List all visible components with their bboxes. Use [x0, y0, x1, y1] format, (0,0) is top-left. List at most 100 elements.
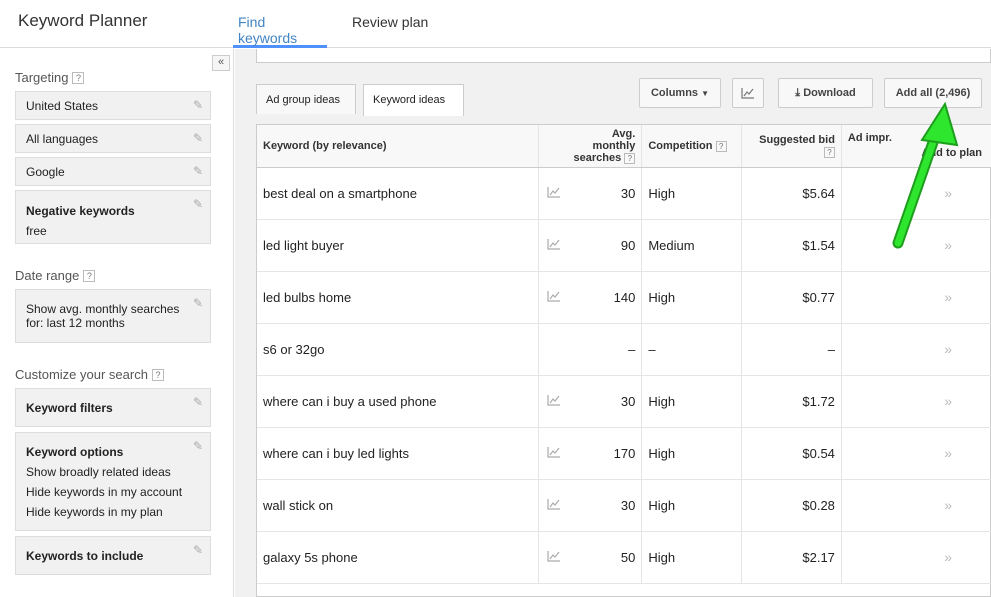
- targeting-heading: Targeting?: [15, 70, 85, 85]
- tab-review-plan[interactable]: Review plan: [352, 14, 428, 48]
- double-chevron-left-icon[interactable]: «: [212, 55, 230, 71]
- option-item: Hide keywords in my plan: [26, 505, 163, 519]
- add-to-plan-icon[interactable]: »: [911, 479, 991, 532]
- keyword-cell[interactable]: galaxy 5s phone: [257, 531, 539, 584]
- add-to-plan-icon[interactable]: »: [911, 323, 991, 376]
- trend-chart-icon[interactable]: [537, 531, 561, 584]
- competition-cell: High: [641, 375, 742, 428]
- ad-impr-cell: [840, 427, 912, 480]
- table-row: led light buyer 90 Medium $1.54 »: [257, 219, 991, 272]
- pencil-icon[interactable]: ✎: [193, 164, 203, 178]
- pencil-icon[interactable]: ✎: [193, 439, 203, 453]
- ad-impr-cell: [840, 219, 912, 272]
- avg-searches-cell: 140: [560, 271, 642, 324]
- trend-chart-icon[interactable]: [537, 427, 561, 480]
- trend-chart-icon[interactable]: [537, 375, 561, 428]
- targeting-network[interactable]: Google ✎: [15, 157, 211, 186]
- suggested-bid-cell: $0.54: [741, 427, 842, 480]
- help-icon[interactable]: ?: [823, 146, 835, 158]
- pencil-icon[interactable]: ✎: [193, 131, 203, 145]
- add-to-plan-icon[interactable]: »: [911, 427, 991, 480]
- table-row: where can i buy a used phone 30 High $1.72 »: [257, 375, 991, 428]
- avg-header-line2: searches: [573, 151, 622, 164]
- col-suggested-bid[interactable]: Suggested bid ?: [741, 125, 842, 168]
- keyword-cell[interactable]: best deal on a smartphone: [257, 167, 539, 220]
- keyword-filters-label: Keyword filters: [26, 401, 113, 415]
- keyword-cell[interactable]: led bulbs home: [257, 271, 539, 324]
- col-keyword[interactable]: Keyword (by relevance): [257, 125, 539, 168]
- sidebar: « Targeting? United States ✎ All languag…: [0, 49, 234, 597]
- customize-heading: Customize your search?: [15, 367, 164, 382]
- avg-searches-cell: 30: [560, 375, 642, 428]
- pencil-icon[interactable]: ✎: [193, 98, 203, 112]
- trend-chart-icon[interactable]: [537, 479, 561, 532]
- competition-header: Competition: [648, 139, 713, 152]
- add-to-plan-icon[interactable]: »: [911, 271, 991, 324]
- tab-find-keywords[interactable]: Find keywords: [233, 14, 327, 48]
- keyword-options-box[interactable]: Keyword options Show broadly related ide…: [15, 432, 211, 531]
- add-all-button[interactable]: Add all (2,496): [884, 78, 982, 108]
- targeting-location[interactable]: United States ✎: [15, 91, 211, 120]
- negative-keywords-box[interactable]: Negative keywords free ✎: [15, 190, 211, 244]
- keywords-to-include-box[interactable]: Keywords to include ✎: [15, 536, 211, 575]
- suggested-bid-cell: $0.28: [741, 479, 842, 532]
- add-to-plan-icon[interactable]: »: [911, 219, 991, 272]
- date-range-box[interactable]: Show avg. monthly searches for: last 12 …: [15, 289, 211, 343]
- table-row: galaxy 5s phone 50 High $2.17 »: [257, 531, 991, 584]
- add-to-plan-icon[interactable]: »: [911, 167, 991, 220]
- keyword-table: Keyword (by relevance) Avg. monthly sear…: [256, 124, 991, 597]
- pencil-icon[interactable]: ✎: [193, 197, 203, 211]
- keyword-cell[interactable]: s6 or 32go: [257, 323, 539, 376]
- help-icon[interactable]: ?: [151, 369, 164, 381]
- col-avg-monthly-searches[interactable]: Avg. monthly searches ?: [560, 125, 642, 168]
- keyword-cell[interactable]: wall stick on: [257, 479, 539, 532]
- add-to-plan-icon[interactable]: »: [911, 531, 991, 584]
- targeting-language[interactable]: All languages ✎: [15, 124, 211, 153]
- date-range-value: Show avg. monthly searches for: last 12 …: [26, 302, 180, 330]
- help-icon[interactable]: ?: [72, 72, 85, 84]
- col-competition[interactable]: Competition ?: [641, 125, 742, 168]
- keyword-cell[interactable]: where can i buy led lights: [257, 427, 539, 480]
- main-panel: Ad group ideas Keyword ideas Columns ▼ ⤓…: [235, 49, 991, 597]
- chart-toggle-button[interactable]: [732, 78, 764, 108]
- keyword-cell[interactable]: where can i buy a used phone: [257, 375, 539, 428]
- help-icon[interactable]: ?: [715, 140, 727, 152]
- pencil-icon[interactable]: ✎: [193, 395, 203, 409]
- pencil-icon[interactable]: ✎: [193, 296, 203, 310]
- keyword-filters-box[interactable]: Keyword filters ✎: [15, 388, 211, 427]
- keyword-cell[interactable]: led light buyer: [257, 219, 539, 272]
- col-ad-impressions[interactable]: Ad impr.: [840, 125, 912, 168]
- suggested-bid-cell: $0.77: [741, 271, 842, 324]
- option-item: Hide keywords in my account: [26, 485, 183, 499]
- competition-cell: High: [641, 427, 742, 480]
- download-button[interactable]: ⤓ Download: [778, 78, 873, 108]
- ad-impr-cell: [840, 271, 912, 324]
- top-bar: Keyword Planner Find keywords Review pla…: [0, 0, 991, 48]
- help-icon[interactable]: ?: [83, 270, 96, 282]
- table-header-row: Keyword (by relevance) Avg. monthly sear…: [257, 125, 991, 168]
- pencil-icon[interactable]: ✎: [193, 543, 203, 557]
- app-title: Keyword Planner: [18, 11, 148, 30]
- trend-chart-icon[interactable]: [537, 271, 561, 324]
- ad-impr-cell: [840, 531, 912, 584]
- columns-button[interactable]: Columns ▼: [639, 78, 721, 108]
- dropdown-arrow-icon: ▼: [701, 89, 710, 98]
- competition-cell: High: [641, 271, 742, 324]
- ad-impr-cell: [840, 323, 912, 376]
- keyword-options-label: Keyword options: [26, 445, 124, 459]
- competition-cell: Medium: [641, 219, 742, 272]
- avg-searches-cell: –: [560, 323, 642, 376]
- table-row: where can i buy led lights 170 High $0.54 »: [257, 427, 991, 480]
- tab-keyword-ideas[interactable]: Keyword ideas: [363, 84, 464, 116]
- tab-ad-group-ideas[interactable]: Ad group ideas: [256, 84, 356, 114]
- help-icon[interactable]: ?: [624, 152, 636, 164]
- add-to-plan-icon[interactable]: »: [911, 375, 991, 428]
- trend-chart-icon[interactable]: [537, 219, 561, 272]
- trend-chart-icon[interactable]: [537, 167, 561, 220]
- avg-searches-cell: 50: [560, 531, 642, 584]
- avg-searches-cell: 170: [560, 427, 642, 480]
- line-chart-icon: [741, 88, 754, 99]
- avg-searches-cell: 30: [560, 479, 642, 532]
- language-value: All languages: [26, 132, 99, 146]
- table-row: wall stick on 30 High $0.28 »: [257, 479, 991, 532]
